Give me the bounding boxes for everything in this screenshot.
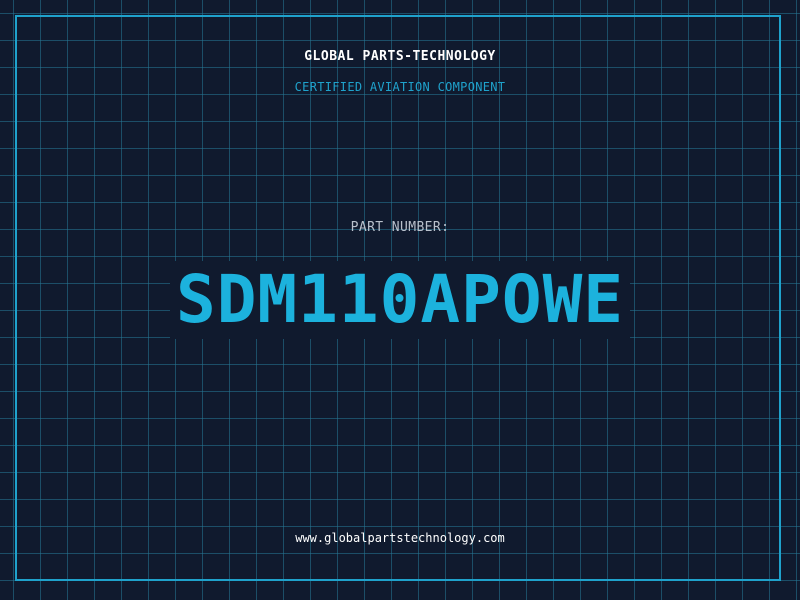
part-number-container: SDM110APOWE xyxy=(0,261,800,339)
part-number-label: PART NUMBER: xyxy=(350,220,450,235)
website-url: www.globalpartstechnology.com xyxy=(295,531,505,545)
part-number-value: SDM110APOWE xyxy=(169,261,631,339)
company-name: GLOBAL PARTS-TECHNOLOGY xyxy=(304,49,496,64)
certification-label: CERTIFIED AVIATION COMPONENT xyxy=(294,80,506,94)
